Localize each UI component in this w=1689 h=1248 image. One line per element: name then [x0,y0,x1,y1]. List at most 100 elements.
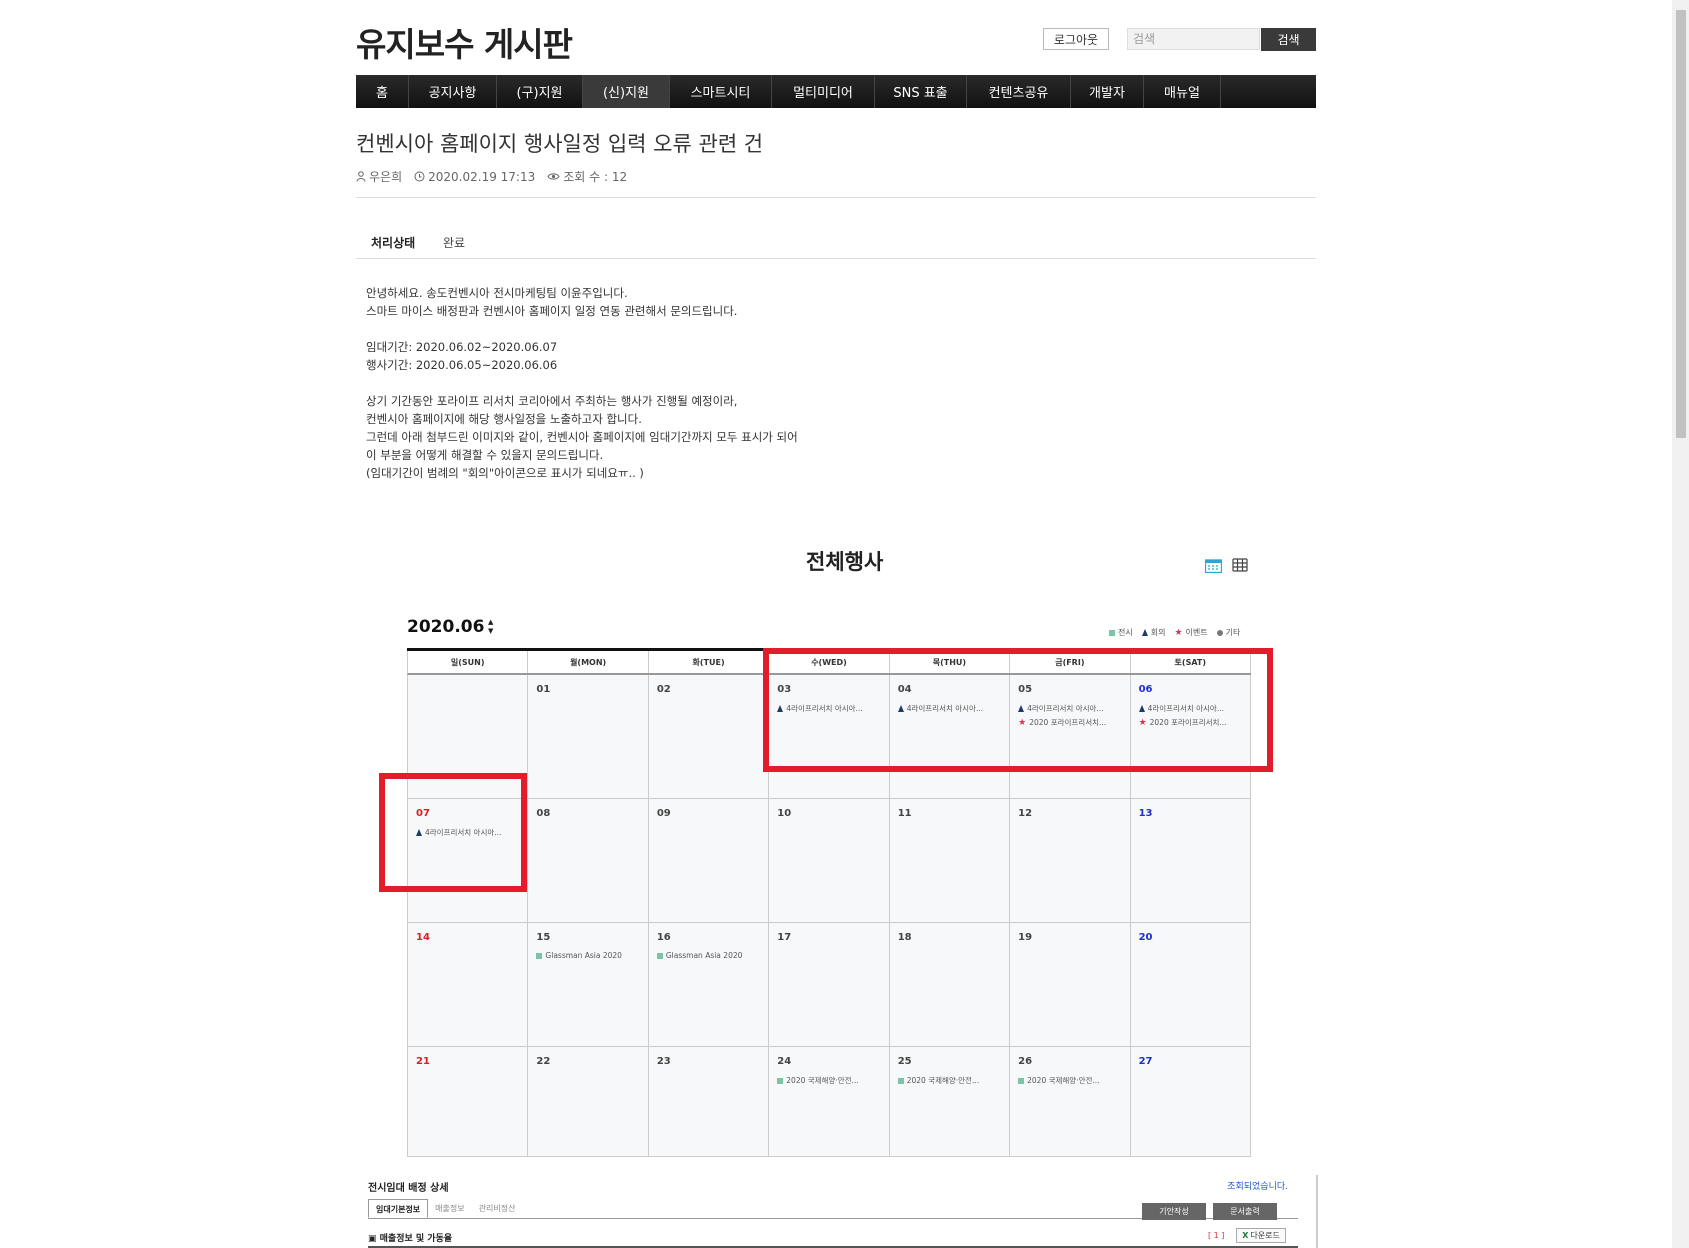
square-icon [1109,629,1115,636]
calendar-day-cell[interactable]: 02 [648,675,770,799]
calendar-day-cell[interactable]: 24 2020 국제해양·안전... [769,1047,890,1157]
author-name: 우은희 [369,170,403,184]
tab-management-fee[interactable]: 관리비정산 [472,1199,523,1218]
nav-item-home[interactable]: 홈 [356,75,409,108]
calendar-day-cell[interactable]: 26 2020 국제해양·안전... [1010,1047,1131,1157]
nav-item-notice[interactable]: 공지사항 [409,75,497,108]
search-input[interactable] [1127,28,1260,50]
calendar-view-icon[interactable] [1205,558,1222,573]
calendar-day-cell[interactable]: 10 [769,799,890,923]
highlight-box [379,773,527,892]
write-draft-button[interactable]: 기안작성 [1142,1203,1206,1220]
square-icon [656,952,663,959]
rental-detail-panel: 전시임대 배정 상세 조회되었습니다. 임대기본정보 매출정보 관리비정산 기안… [368,1175,1318,1248]
calendar-day-cell[interactable]: 19 [1010,923,1131,1047]
calendar-day-cell[interactable]: 27 [1130,1047,1251,1157]
panel-edge [1316,1175,1318,1248]
nav-item-multimedia[interactable]: 멀티미디어 [772,75,875,108]
event-title: 2020 국제해양·안전... [786,1076,859,1085]
day-number: 01 [536,684,551,695]
calendar-day-cell[interactable]: 17 [769,923,890,1047]
site-title[interactable]: 유지보수 게시판 [356,18,573,66]
event-title: Glassman Asia 2020 [545,951,622,960]
calendar-day-cell[interactable]: 20 [1130,923,1251,1047]
views-count: 조회 수 : 12 [563,170,628,184]
day-number: 19 [1018,932,1033,943]
calendar-event[interactable]: Glassman Asia 2020 [536,951,639,960]
logout-button[interactable]: 로그아웃 [1043,28,1109,50]
calendar-day-cell[interactable]: 18 [889,923,1011,1047]
day-number: 10 [777,808,792,819]
post-datetime: 2020.02.19 17:13 [428,169,536,184]
square-icon [897,1077,904,1084]
status-label: 처리상태 [371,236,416,250]
tab-basic-info[interactable]: 임대기본정보 [368,1199,429,1218]
vertical-scrollbar[interactable] [1672,0,1689,1248]
calendar-day-cell[interactable]: 22 [528,1047,649,1157]
event-title: 2020 국제해양·안전... [906,1076,980,1085]
nav-item-new-support[interactable]: (신)지원 [583,75,670,108]
calendar-event[interactable]: 2020 국제해양·안전... [897,1075,1001,1086]
body-line: 컨벤시아 홈페이지에 해당 행사일정을 노출하고자 합니다. [366,412,642,426]
body-line: 안녕하세요. 송도컨벤시아 전시마케팅팀 이윤주입니다. [366,286,628,300]
download-label: 다운로드 [1250,1231,1280,1240]
day-number: 12 [1018,808,1033,819]
star-icon: ★ [1174,627,1183,638]
day-number: 13 [1138,808,1153,819]
day-number: 27 [1138,1056,1153,1067]
day-number: 14 [416,932,430,943]
detail-note: 조회되었습니다. [1227,1182,1288,1192]
calendar-day-cell[interactable]: 25 2020 국제해양·안전... [889,1047,1011,1157]
square-icon [1018,1077,1025,1084]
event-title: Glassman Asia 2020 [665,951,743,960]
calendar-event[interactable]: Glassman Asia 2020 [656,951,760,960]
author[interactable]: 우은희 [356,168,402,185]
highlight-box [763,648,1273,772]
calendar-day-cell[interactable]: 15 Glassman Asia 2020 [528,923,649,1047]
day-number: 09 [656,808,671,819]
tab-sales-info[interactable]: 매출정보 [428,1199,471,1218]
excel-icon: X [1242,1231,1249,1240]
post-views: 조회 수 : 12 [547,168,627,185]
detail-subtitle-text: 매출정보 및 가동율 [379,1234,453,1244]
square-icon [777,1077,784,1084]
scroll-thumb[interactable] [1676,10,1686,438]
legend-item: 회의 [1141,627,1165,638]
post-body: 안녕하세요. 송도컨벤시아 전시마케팅팀 이윤주입니다. 스마트 마이스 배정판… [366,284,798,482]
main-nav: 홈 공지사항 (구)지원 (신)지원 스마트시티 멀티미디어 SNS 표출 컨텐… [356,75,1316,108]
day-number: 23 [656,1056,671,1067]
nav-item-content-share[interactable]: 컨텐츠공유 [967,75,1071,108]
calendar-day-cell[interactable]: 21 [408,1047,529,1157]
download-button[interactable]: X 다운로드 [1236,1228,1286,1243]
day-number: 20 [1138,932,1153,943]
record-count: [ 1 ] [1208,1231,1225,1240]
eye-icon [547,173,560,180]
list-view-icon[interactable] [1232,558,1248,572]
calendar-day-cell[interactable]: 16 Glassman Asia 2020 [648,923,770,1047]
status-value: 완료 [443,236,466,250]
calendar-day-cell[interactable]: 08 [528,799,649,923]
calendar-day-cell[interactable]: 14 [408,923,529,1047]
calendar-day-cell[interactable]: 01 [528,675,649,799]
dot-icon [1216,629,1223,636]
nav-item-smartcity[interactable]: 스마트시티 [670,75,772,108]
calendar-event[interactable]: 2020 국제해양·안전... [777,1075,880,1086]
calendar-event[interactable]: 2020 국제해양·안전... [1018,1075,1121,1086]
nav-item-sns[interactable]: SNS 표출 [875,75,967,108]
nav-item-manual[interactable]: 매뉴얼 [1144,75,1221,108]
calendar-day-cell[interactable]: 12 [1010,799,1131,923]
day-number: 21 [416,1056,430,1067]
print-doc-button[interactable]: 문서출력 [1213,1203,1277,1220]
nav-item-developer[interactable]: 개발자 [1071,75,1144,108]
calendar-day-cell[interactable]: 13 [1130,799,1251,923]
calendar-legend: 전시 회의 ★ 이벤트 기타 [1109,627,1240,638]
search-button[interactable]: 검색 [1261,28,1316,51]
month-stepper[interactable]: ▲ ▼ [488,618,493,636]
calendar-day-cell[interactable]: 09 [648,799,770,923]
legend-item: 전시 [1109,627,1133,638]
nav-item-old-support[interactable]: (구)지원 [497,75,583,108]
calendar-day-cell[interactable]: 23 [648,1047,770,1157]
user-icon [356,171,366,182]
calendar-day-cell[interactable]: 11 [889,799,1011,923]
legend-item: ★ 이벤트 [1174,627,1208,638]
